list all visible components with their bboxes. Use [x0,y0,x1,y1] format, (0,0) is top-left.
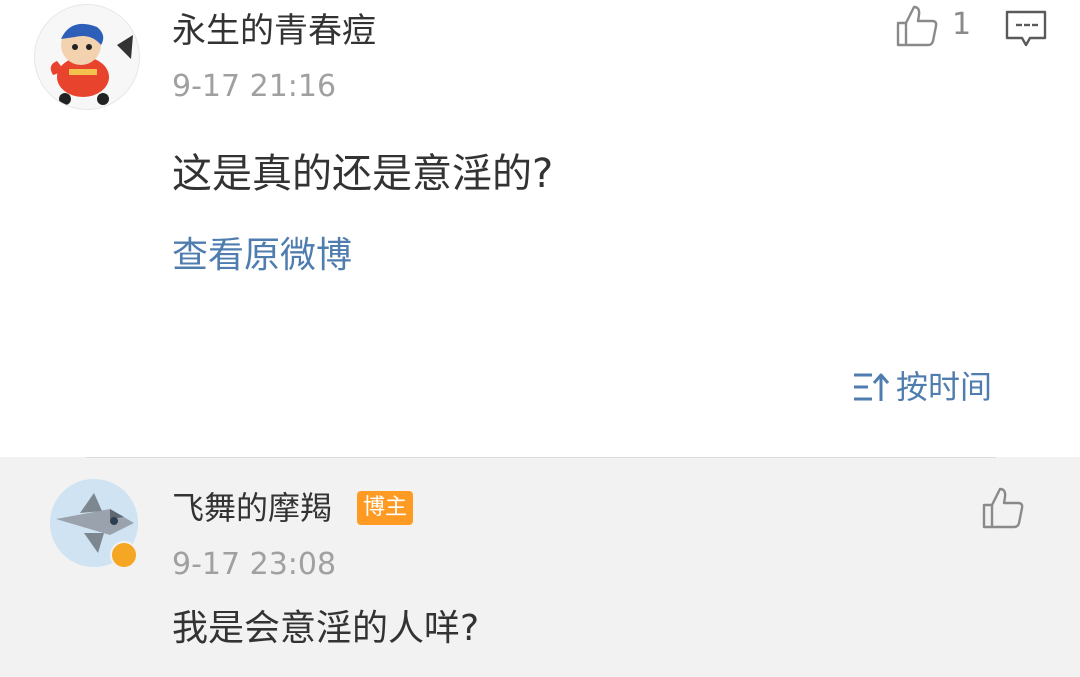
comment-bubble-icon [1005,10,1047,47]
view-original-link[interactable]: 查看原微博 [172,230,352,282]
reply-text: 我是会意淫的人咩? [172,608,480,649]
thumbs-up-icon [896,5,938,47]
thumbs-up-icon [982,487,1024,529]
reply-timestamp: 9-17 23:08 [172,547,337,582]
comment-text: 这是真的还是意淫的? [172,151,554,197]
comment-username[interactable]: 永生的青春痘 [172,6,376,56]
user-avatar[interactable] [34,4,140,110]
like-count: 1 [952,7,972,42]
like-button[interactable] [894,3,940,49]
host-badge: 博主 [357,491,413,525]
sort-label: 按时间 [896,368,993,406]
divider [86,457,996,458]
comment-timestamp: 9-17 21:16 [172,69,337,104]
sort-time-icon [854,373,890,401]
reply-username[interactable]: 飞舞的摩羯 [172,485,332,531]
verified-badge-icon [110,541,138,569]
top-comment: 永生的青春痘 9-17 21:16 这是真的还是意淫的? 查看原微博 1 按时间 [0,0,1080,457]
reply-section: 飞舞的摩羯 博主 9-17 23:08 我是会意淫的人咩? [0,457,1080,677]
avatar-illustration [35,5,139,109]
reply-button[interactable] [1004,9,1048,49]
reply-like-button[interactable] [980,485,1026,531]
